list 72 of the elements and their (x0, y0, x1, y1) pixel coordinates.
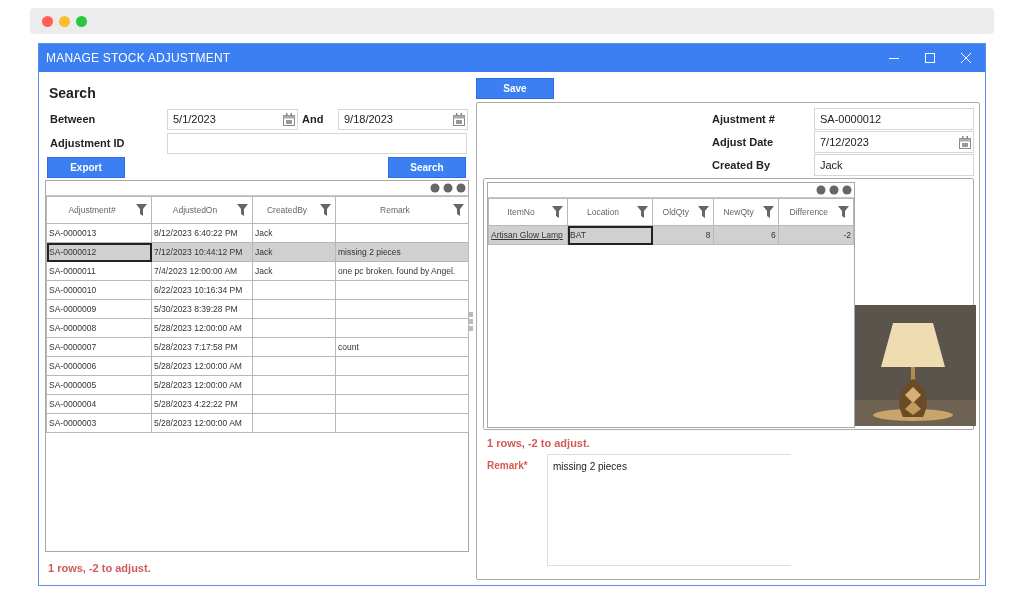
table-cell: Jack (252, 261, 336, 281)
filter-icon[interactable] (697, 206, 709, 218)
table-cell: SA-0000013 (46, 223, 152, 243)
summary-text: 1 rows, -2 to adjust. (48, 562, 152, 574)
table-cell: SA-0000005 (46, 375, 152, 395)
input-field[interactable]: Jack (814, 154, 974, 176)
field-label: Ajustment # (712, 113, 776, 125)
date-field[interactable]: 5/1/2023 (167, 108, 298, 130)
field-label: Remark* (486, 459, 529, 473)
calendar-icon[interactable] (453, 112, 465, 126)
table-cell: SA-0000010 (46, 280, 152, 300)
table-cell: 5/28/2023 12:00:00 AM (151, 375, 253, 395)
filter-icon[interactable] (637, 206, 648, 218)
table-cell: 5/28/2023 7:17:58 PM (151, 337, 253, 357)
filter-icon[interactable] (320, 204, 331, 216)
table-cell: 8/12/2023 6:40:22 PM (151, 223, 253, 243)
column-header[interactable]: Difference (778, 198, 854, 226)
table-cell: 5/28/2023 12:00:00 AM (151, 318, 253, 338)
close-light-icon[interactable] (42, 15, 53, 27)
column-header[interactable]: Adjustment# (46, 196, 152, 224)
table-cell: SA-0000007 (46, 337, 152, 357)
field-label: Created By (712, 159, 772, 171)
section-heading: Search (49, 85, 97, 101)
item-link[interactable]: Artisan Glow Lamp (491, 230, 563, 240)
column-header[interactable]: OldQty (652, 198, 713, 226)
save-button[interactable]: Save (476, 78, 554, 99)
summary-text: 1 rows, -2 to adjust. (487, 437, 591, 449)
field-label: Adjust Date (712, 136, 775, 148)
table-cell: SA-0000008 (46, 318, 152, 338)
column-header[interactable]: AdjustedOn (151, 196, 253, 224)
column-header[interactable]: CreatedBy (252, 196, 336, 224)
more-options-icon[interactable] (430, 183, 466, 193)
table-cell: count (335, 337, 469, 357)
more-options-icon[interactable] (816, 185, 852, 195)
search-button[interactable]: Search (388, 157, 466, 178)
window-title: MANAGE STOCK ADJUSTMENT (46, 51, 231, 65)
table-cell: 5/28/2023 12:00:00 AM (151, 413, 253, 433)
filter-icon[interactable] (453, 204, 464, 216)
table-cell: SA-0000003 (46, 413, 152, 433)
remark-field[interactable]: missing 2 pieces (547, 454, 791, 566)
filter-icon[interactable] (237, 204, 248, 216)
table-cell: 6/22/2023 10:16:34 PM (151, 280, 253, 300)
table-cell: 5/28/2023 4:22:22 PM (151, 394, 253, 414)
field-label: Between (49, 113, 97, 125)
filter-icon[interactable] (762, 206, 774, 218)
filter-icon[interactable] (136, 204, 147, 216)
table-cell: 5/28/2023 12:00:00 AM (151, 356, 253, 376)
calendar-icon[interactable] (283, 112, 295, 126)
column-header[interactable]: Remark (335, 196, 469, 224)
column-header[interactable]: NewQty (713, 198, 779, 226)
table-cell: 5/30/2023 8:39:28 PM (151, 299, 253, 319)
field-label: And (301, 113, 325, 125)
maximize-icon[interactable] (925, 53, 935, 63)
export-button[interactable]: Export (47, 157, 125, 178)
close-icon[interactable] (961, 53, 971, 63)
filter-icon[interactable] (552, 206, 563, 218)
table-cell: SA-0000009 (46, 299, 152, 319)
filter-icon[interactable] (838, 206, 849, 218)
splitter-handle-icon[interactable] (469, 312, 473, 332)
date-field[interactable]: 9/18/2023 (338, 108, 468, 130)
column-header[interactable]: Location (567, 198, 653, 226)
table-cell: Jack (252, 223, 336, 243)
table-cell: SA-0000011 (46, 261, 152, 281)
calendar-icon[interactable] (959, 135, 971, 149)
table-cell: one pc broken. found by Angel. (335, 261, 469, 281)
table-cell: 7/4/2023 12:00:00 AM (151, 261, 253, 281)
table-cell: SA-0000006 (46, 356, 152, 376)
date-field[interactable]: 7/12/2023 (814, 131, 974, 153)
input-field[interactable]: SA-0000012 (814, 108, 974, 130)
table-cell: SA-0000004 (46, 394, 152, 414)
column-header[interactable]: ItemNo (488, 198, 568, 226)
field-label: Adjustment ID (49, 137, 126, 149)
